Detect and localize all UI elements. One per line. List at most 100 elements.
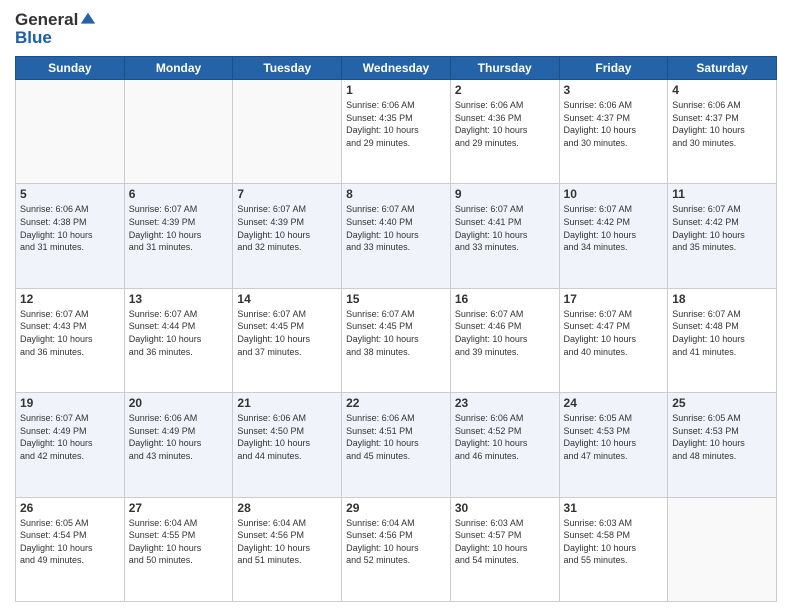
calendar-cell: 4Sunrise: 6:06 AM Sunset: 4:37 PM Daylig… xyxy=(668,80,777,184)
day-number: 27 xyxy=(129,501,229,515)
calendar-cell: 2 Sunrise: 6:06 AM Sunset: 4:36 PM Daylig… xyxy=(450,80,559,184)
day-info: Sunrise: 6:07 AM Sunset: 4:47 PM Dayligh… xyxy=(564,308,664,358)
day-number: 20 xyxy=(129,396,229,410)
day-number: 1 xyxy=(346,83,446,97)
calendar-cell xyxy=(124,80,233,184)
calendar-cell: 18Sunrise: 6:07 AM Sunset: 4:48 PM Dayli… xyxy=(668,288,777,392)
calendar-table: SundayMondayTuesdayWednesdayThursdayFrid… xyxy=(15,56,777,602)
day-info: Sunrise: 6:03 AM Sunset: 4:57 PM Dayligh… xyxy=(455,517,555,567)
day-number: 23 xyxy=(455,396,555,410)
calendar-cell: 16Sunrise: 6:07 AM Sunset: 4:46 PM Dayli… xyxy=(450,288,559,392)
day-info: Sunrise: 6:05 AM Sunset: 4:53 PM Dayligh… xyxy=(672,412,772,462)
day-info: Sunrise: 6:06 AM Sunset: 4:52 PM Dayligh… xyxy=(455,412,555,462)
calendar-cell: 11 Sunrise: 6:07 AM Sunset: 4:42 PM Dayli… xyxy=(668,184,777,288)
day-number: 17 xyxy=(564,292,664,306)
weekday-header-monday: Monday xyxy=(124,57,233,80)
header: General Blue xyxy=(15,10,777,48)
calendar-cell: 26 Sunrise: 6:05 AM Sunset: 4:54 PM Dayli… xyxy=(16,497,125,601)
day-number: 29 xyxy=(346,501,446,515)
day-info: Sunrise: 6:06 AM Sunset: 4:49 PM Dayligh… xyxy=(129,412,229,462)
calendar-cell: 9 Sunrise: 6:07 AM Sunset: 4:41 PM Daylig… xyxy=(450,184,559,288)
day-number: 21 xyxy=(237,396,337,410)
page: General Blue SundayMondayTuesdayWednesda… xyxy=(0,0,792,612)
day-number: 24 xyxy=(564,396,664,410)
week-row-4: 19Sunrise: 6:07 AM Sunset: 4:49 PM Dayli… xyxy=(16,393,777,497)
day-number: 16 xyxy=(455,292,555,306)
calendar-cell xyxy=(233,80,342,184)
calendar-cell: 10 Sunrise: 6:07 AM Sunset: 4:42 PM Dayli… xyxy=(559,184,668,288)
weekday-header-tuesday: Tuesday xyxy=(233,57,342,80)
day-info: Sunrise: 6:07 AM Sunset: 4:45 PM Dayligh… xyxy=(346,308,446,358)
day-number: 14 xyxy=(237,292,337,306)
day-number: 28 xyxy=(237,501,337,515)
logo-blue: Blue xyxy=(15,28,97,48)
day-info: Sunrise: 6:07 AM Sunset: 4:39 PM Dayligh… xyxy=(237,203,337,253)
day-number: 26 xyxy=(20,501,120,515)
weekday-header-thursday: Thursday xyxy=(450,57,559,80)
day-number: 19 xyxy=(20,396,120,410)
day-number: 5 xyxy=(20,187,120,201)
day-info: Sunrise: 6:07 AM Sunset: 4:44 PM Dayligh… xyxy=(129,308,229,358)
calendar-cell: 8Sunrise: 6:07 AM Sunset: 4:40 PM Daylig… xyxy=(342,184,451,288)
calendar-cell: 17 Sunrise: 6:07 AM Sunset: 4:47 PM Dayli… xyxy=(559,288,668,392)
day-info: Sunrise: 6:04 AM Sunset: 4:55 PM Dayligh… xyxy=(129,517,229,567)
day-info: Sunrise: 6:03 AM Sunset: 4:58 PM Dayligh… xyxy=(564,517,664,567)
calendar-cell: 12 Sunrise: 6:07 AM Sunset: 4:43 PM Dayli… xyxy=(16,288,125,392)
day-info: Sunrise: 6:05 AM Sunset: 4:53 PM Dayligh… xyxy=(564,412,664,462)
calendar-cell: 24 Sunrise: 6:05 AM Sunset: 4:53 PM Dayli… xyxy=(559,393,668,497)
calendar-cell: 27 Sunrise: 6:04 AM Sunset: 4:55 PM Dayli… xyxy=(124,497,233,601)
day-number: 11 xyxy=(672,187,772,201)
logo: General Blue xyxy=(15,10,97,48)
weekday-header-sunday: Sunday xyxy=(16,57,125,80)
calendar-cell: 19Sunrise: 6:07 AM Sunset: 4:49 PM Dayli… xyxy=(16,393,125,497)
day-number: 12 xyxy=(20,292,120,306)
day-number: 13 xyxy=(129,292,229,306)
day-number: 6 xyxy=(129,187,229,201)
day-info: Sunrise: 6:07 AM Sunset: 4:41 PM Dayligh… xyxy=(455,203,555,253)
day-info: Sunrise: 6:06 AM Sunset: 4:51 PM Dayligh… xyxy=(346,412,446,462)
day-info: Sunrise: 6:07 AM Sunset: 4:42 PM Dayligh… xyxy=(672,203,772,253)
day-info: Sunrise: 6:07 AM Sunset: 4:40 PM Dayligh… xyxy=(346,203,446,253)
weekday-header-friday: Friday xyxy=(559,57,668,80)
calendar-cell: 22 Sunrise: 6:06 AM Sunset: 4:51 PM Dayli… xyxy=(342,393,451,497)
calendar-cell: 3 Sunrise: 6:06 AM Sunset: 4:37 PM Daylig… xyxy=(559,80,668,184)
weekday-header-saturday: Saturday xyxy=(668,57,777,80)
calendar-cell: 14Sunrise: 6:07 AM Sunset: 4:45 PM Dayli… xyxy=(233,288,342,392)
day-number: 7 xyxy=(237,187,337,201)
day-number: 3 xyxy=(564,83,664,97)
day-number: 15 xyxy=(346,292,446,306)
day-number: 30 xyxy=(455,501,555,515)
logo-icon xyxy=(79,11,97,29)
day-number: 9 xyxy=(455,187,555,201)
calendar-cell: 6Sunrise: 6:07 AM Sunset: 4:39 PM Daylig… xyxy=(124,184,233,288)
day-info: Sunrise: 6:06 AM Sunset: 4:38 PM Dayligh… xyxy=(20,203,120,253)
day-number: 25 xyxy=(672,396,772,410)
day-number: 2 xyxy=(455,83,555,97)
calendar-cell: 30 Sunrise: 6:03 AM Sunset: 4:57 PM Dayli… xyxy=(450,497,559,601)
weekday-header-row: SundayMondayTuesdayWednesdayThursdayFrid… xyxy=(16,57,777,80)
weekday-header-wednesday: Wednesday xyxy=(342,57,451,80)
calendar-cell xyxy=(16,80,125,184)
calendar-cell xyxy=(668,497,777,601)
day-info: Sunrise: 6:04 AM Sunset: 4:56 PM Dayligh… xyxy=(346,517,446,567)
logo-general: General xyxy=(15,10,78,30)
day-info: Sunrise: 6:06 AM Sunset: 4:36 PM Dayligh… xyxy=(455,99,555,149)
day-info: Sunrise: 6:06 AM Sunset: 4:37 PM Dayligh… xyxy=(564,99,664,149)
calendar-cell: 25 Sunrise: 6:05 AM Sunset: 4:53 PM Dayli… xyxy=(668,393,777,497)
day-number: 22 xyxy=(346,396,446,410)
calendar-cell: 13 Sunrise: 6:07 AM Sunset: 4:44 PM Dayli… xyxy=(124,288,233,392)
day-info: Sunrise: 6:06 AM Sunset: 4:50 PM Dayligh… xyxy=(237,412,337,462)
calendar-cell: 29 Sunrise: 6:04 AM Sunset: 4:56 PM Dayli… xyxy=(342,497,451,601)
day-info: Sunrise: 6:07 AM Sunset: 4:43 PM Dayligh… xyxy=(20,308,120,358)
day-number: 10 xyxy=(564,187,664,201)
day-info: Sunrise: 6:05 AM Sunset: 4:54 PM Dayligh… xyxy=(20,517,120,567)
day-info: Sunrise: 6:06 AM Sunset: 4:35 PM Dayligh… xyxy=(346,99,446,149)
calendar-cell: 7 Sunrise: 6:07 AM Sunset: 4:39 PM Daylig… xyxy=(233,184,342,288)
calendar-cell: 15 Sunrise: 6:07 AM Sunset: 4:45 PM Dayli… xyxy=(342,288,451,392)
calendar-cell: 5 Sunrise: 6:06 AM Sunset: 4:38 PM Daylig… xyxy=(16,184,125,288)
day-info: Sunrise: 6:04 AM Sunset: 4:56 PM Dayligh… xyxy=(237,517,337,567)
day-info: Sunrise: 6:07 AM Sunset: 4:48 PM Dayligh… xyxy=(672,308,772,358)
day-info: Sunrise: 6:07 AM Sunset: 4:42 PM Dayligh… xyxy=(564,203,664,253)
week-row-2: 5 Sunrise: 6:06 AM Sunset: 4:38 PM Daylig… xyxy=(16,184,777,288)
day-number: 4 xyxy=(672,83,772,97)
